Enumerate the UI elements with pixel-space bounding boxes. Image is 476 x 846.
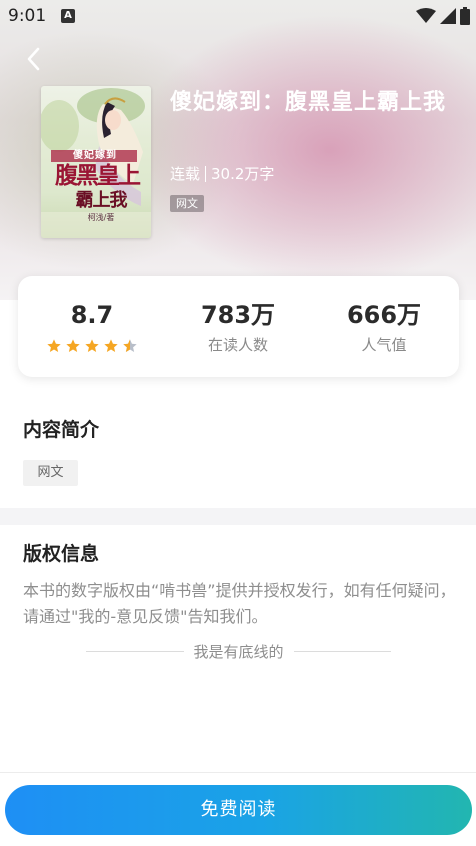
- book-title: 傻妃嫁到：腹黑皇上霸上我: [170, 90, 447, 115]
- divider-line: [293, 650, 392, 652]
- popularity-value: 666万: [346, 301, 422, 329]
- end-of-content-text: 我是有底线的: [193, 642, 284, 661]
- popularity-label: 人气值: [361, 336, 407, 354]
- status-bar: 9:01 A: [0, 0, 476, 32]
- star-icon: [104, 339, 118, 352]
- score-value: 8.7: [70, 301, 114, 329]
- book-word-count: 30.2万字: [211, 165, 275, 183]
- intro-tag[interactable]: 网文: [23, 460, 78, 486]
- book-meta: 连载 30.2万字: [170, 163, 274, 184]
- stat-readers: 783万 在读人数: [173, 300, 303, 355]
- footer-divider: [0, 772, 476, 773]
- free-read-button[interactable]: 免费阅读: [5, 785, 472, 835]
- stat-score: 8.7: [27, 300, 157, 354]
- status-icons: [416, 6, 470, 26]
- star-icon: [85, 339, 99, 352]
- cover-text-main-1: 腹黑皇上: [55, 162, 141, 189]
- book-status: 连载: [170, 165, 201, 183]
- star-half-icon: [123, 339, 137, 352]
- copyright-text: 本书的数字版权由“啃书兽”提供并授权发行，如有任何疑问，请通过"我的-意见反馈"…: [23, 581, 456, 626]
- star-icon: [66, 339, 80, 352]
- end-of-content-indicator: 我是有底线的: [86, 641, 392, 661]
- cover-text-main-2: 霸上我: [75, 190, 128, 211]
- cover-text-top: 傻妃嫁到: [73, 150, 117, 161]
- stat-popularity: 666万 人气值: [319, 300, 449, 355]
- book-category-tag[interactable]: 网文: [170, 195, 204, 212]
- rating-stars: [27, 338, 157, 354]
- wifi-icon: [416, 8, 436, 23]
- intro-section-title: 内容简介: [23, 419, 100, 441]
- book-cover[interactable]: 傻妃嫁到 腹黑皇上 霸上我 柯浅/著: [41, 86, 151, 238]
- signal-icon: [440, 8, 456, 24]
- cover-author: 柯浅/著: [87, 213, 115, 222]
- readers-label: 在读人数: [207, 336, 268, 354]
- battery-icon: [460, 7, 470, 25]
- readers-value: 783万: [200, 301, 276, 329]
- notification-icon: A: [61, 9, 75, 23]
- chevron-left-icon: [27, 47, 40, 71]
- meta-separator: [205, 165, 207, 182]
- divider-line: [86, 650, 184, 652]
- star-icon: [47, 339, 61, 352]
- copyright-section-title: 版权信息: [23, 543, 100, 565]
- back-button[interactable]: [20, 44, 48, 74]
- section-divider: [0, 508, 476, 525]
- stats-card: 8.7 783万 在读人数 666万 人气值: [18, 276, 459, 377]
- status-time: 9:01: [8, 6, 47, 26]
